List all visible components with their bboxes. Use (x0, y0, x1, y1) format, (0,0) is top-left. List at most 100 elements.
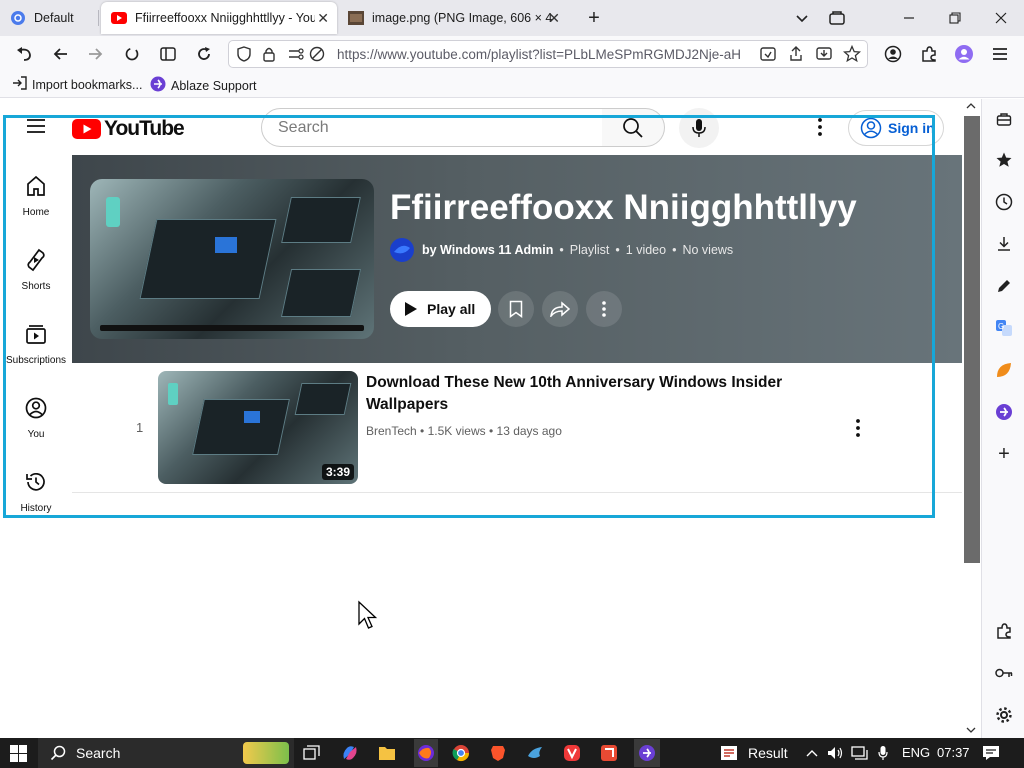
url-text[interactable]: https://www.youtube.com/playlist?list=PL… (337, 47, 752, 62)
tray-result-label[interactable]: Result (748, 745, 788, 761)
toolbox-icon[interactable] (994, 109, 1014, 129)
playlist-more-button[interactable] (586, 291, 622, 327)
taskbar-search-box[interactable]: Search (38, 738, 294, 768)
shield-icon[interactable] (236, 46, 252, 67)
copilot-icon[interactable] (340, 743, 360, 763)
account-icon[interactable] (879, 40, 907, 68)
red-app-icon[interactable] (599, 743, 619, 763)
brave-icon[interactable] (488, 743, 508, 763)
guide-item-home[interactable]: Home (0, 169, 72, 229)
sign-in-button[interactable]: Sign in (848, 110, 944, 146)
video-thumbnail[interactable]: 3:39 (158, 371, 358, 484)
more-vertical-icon (602, 301, 606, 317)
minimize-icon[interactable] (886, 0, 932, 36)
lock-icon[interactable] (262, 46, 276, 67)
add-panel-icon[interactable]: + (994, 443, 1014, 465)
tab-groups-icon[interactable] (822, 0, 852, 36)
guide-item-label: History (20, 503, 52, 514)
search-button[interactable] (602, 108, 665, 147)
network-icon[interactable] (850, 743, 870, 763)
sync-icon[interactable] (118, 40, 146, 68)
task-view-icon[interactable] (302, 743, 322, 763)
share-icon[interactable] (788, 45, 804, 68)
play-all-button[interactable]: Play all (390, 291, 491, 327)
reload-icon[interactable] (190, 40, 218, 68)
undo-close-icon[interactable] (10, 40, 38, 68)
volume-icon[interactable] (826, 743, 846, 763)
settings-more-icon[interactable] (810, 117, 830, 142)
bookmark-ablaze[interactable]: Ablaze Support (150, 76, 256, 95)
guide-item-shorts[interactable]: Shorts (0, 243, 72, 303)
gear-icon[interactable] (994, 705, 1014, 725)
vivaldi-icon[interactable] (562, 743, 582, 763)
channel-avatar[interactable] (390, 238, 414, 262)
profile-globe-icon (10, 10, 26, 26)
bookmark-star-icon[interactable] (842, 44, 862, 68)
extensions-icon[interactable] (915, 40, 943, 68)
tracking-protection-icon[interactable] (309, 46, 325, 67)
playlist-video-row[interactable]: 1 3:39 Download These New 10th Anniversa… (72, 363, 962, 493)
bird-app-icon[interactable] (525, 743, 545, 763)
close-window-icon[interactable] (978, 0, 1024, 36)
search-input[interactable]: Search (261, 108, 603, 147)
file-explorer-icon[interactable] (377, 743, 397, 763)
save-playlist-button[interactable] (498, 291, 534, 327)
guide-menu-icon[interactable] (26, 118, 46, 139)
bookmark-import[interactable]: Import bookmarks... (12, 76, 142, 93)
ablaze-taskbar-icon[interactable] (634, 739, 660, 767)
favorites-star-icon[interactable] (994, 150, 1014, 170)
tab-default[interactable]: Default (0, 2, 96, 34)
playlist-thumbnail[interactable] (90, 179, 374, 339)
profile-avatar-icon[interactable] (950, 40, 978, 68)
video-title[interactable]: Download These New 10th Anniversary Wind… (366, 372, 806, 416)
forward-icon[interactable] (82, 40, 110, 68)
playlist-views: No views (682, 243, 734, 257)
guide-item-you[interactable]: You (0, 391, 72, 451)
guide-item-subscriptions[interactable]: Subscriptions (0, 317, 72, 377)
guide-item-label: Home (22, 207, 50, 218)
extension-puzzle-icon[interactable] (994, 621, 1014, 641)
address-bar[interactable]: https://www.youtube.com/playlist?list=PL… (228, 40, 868, 68)
chevron-down-icon[interactable] (788, 0, 816, 36)
menu-hamburger-icon[interactable] (986, 40, 1014, 68)
start-windows-icon[interactable] (8, 743, 28, 763)
firefox-nightly-taskbar-icon[interactable] (414, 739, 438, 767)
back-icon[interactable] (46, 40, 74, 68)
thumbnail-art (168, 383, 178, 405)
clock-time[interactable]: 07:37 (937, 745, 970, 760)
notifications-icon[interactable] (981, 743, 1001, 763)
language-indicator[interactable]: ENG (902, 745, 930, 760)
mouse-cursor-icon (358, 600, 378, 629)
microphone-tray-icon[interactable] (873, 743, 893, 763)
close-tab-icon[interactable]: ✕ (317, 10, 329, 27)
close-tab-icon[interactable]: ✕ (548, 10, 560, 27)
guide-item-history[interactable]: History (0, 465, 72, 525)
playlist-owner[interactable]: by Windows 11 Admin (422, 243, 553, 257)
install-app-icon[interactable] (815, 46, 833, 67)
downloads-icon[interactable] (994, 234, 1014, 254)
scroll-up-icon[interactable] (966, 102, 976, 110)
scrollbar-thumb[interactable] (964, 116, 980, 563)
tray-overflow-chevron-icon[interactable] (802, 743, 822, 763)
new-tab-icon[interactable]: + (581, 0, 607, 36)
youtube-logo[interactable]: YouTube (72, 117, 185, 141)
image-thumb-icon (348, 10, 364, 26)
video-more-icon[interactable] (848, 418, 868, 443)
translate-icon[interactable]: G (994, 318, 1014, 338)
ablaze-sidebar-icon[interactable] (994, 402, 1014, 422)
video-channel[interactable]: BrenTech (366, 424, 417, 438)
restore-icon[interactable] (932, 0, 978, 36)
tab-image[interactable]: image.png (PNG Image, 606 × 47 ✕ (338, 2, 570, 34)
share-playlist-button[interactable] (542, 291, 578, 327)
tab-youtube[interactable]: Ffiirreeffooxx Nniigghhttllyy - You ✕ (101, 2, 337, 34)
voice-search-button[interactable] (679, 108, 719, 148)
sidebar-toggle-icon[interactable] (154, 40, 182, 68)
chrome-icon[interactable] (451, 743, 471, 763)
scroll-down-icon[interactable] (966, 726, 976, 734)
permissions-icon[interactable] (287, 47, 305, 66)
key-icon[interactable] (994, 663, 1014, 683)
leaf-extension-icon[interactable] (994, 360, 1014, 380)
pen-icon[interactable] (994, 276, 1014, 296)
clock-history-icon[interactable] (994, 192, 1014, 212)
screenshot-icon[interactable] (759, 46, 777, 67)
